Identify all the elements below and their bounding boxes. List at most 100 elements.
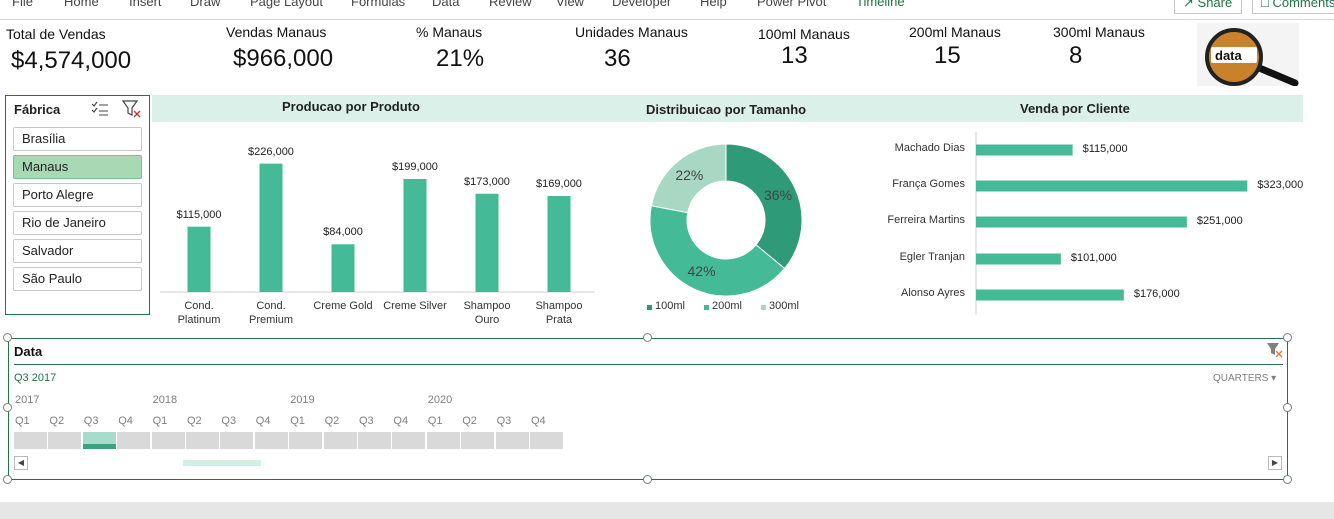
menu-developer[interactable]: Developer [612, 0, 671, 9]
kpi-100ml-label: 100ml Manaus [758, 26, 850, 42]
share-button[interactable]: ↗ Share [1174, 0, 1242, 14]
menu-timeline[interactable]: Timeline [856, 0, 905, 9]
ribbon-menu: File Home Insert Draw Page Layout Formul… [0, 0, 1334, 20]
menu-insert[interactable]: Insert [129, 0, 162, 9]
menu-formulas[interactable]: Formulas [351, 0, 405, 9]
resize-handle-top-left[interactable] [3, 333, 12, 342]
share-icon: ↗ [1183, 0, 1194, 10]
timeline-period-cell[interactable] [151, 432, 185, 449]
clear-filter-icon[interactable] [122, 100, 142, 118]
x-tick-label: Creme Silver [383, 300, 447, 312]
slicer-item-brasilia[interactable]: Brasília [13, 127, 142, 151]
timeline-quarter-label: Q1 [290, 415, 305, 427]
timeline-title: Data [14, 344, 43, 359]
bar-producao [403, 178, 427, 292]
kpi-200ml-value: 15 [934, 42, 961, 69]
bar-data-label: $176,000 [1133, 288, 1180, 300]
scroll-right-button[interactable]: ▶ [1268, 456, 1282, 470]
menu-power-pivot[interactable]: Power Pivot [757, 0, 826, 9]
timeline-level-dropdown[interactable]: QUARTERS ▾ [1213, 373, 1276, 384]
kpi-unidades-manaus-label: Unidades Manaus [575, 24, 688, 40]
timeline-quarter-label: Q3 [496, 415, 512, 427]
x-tick-label: Shampoo [463, 300, 511, 312]
chart-title-producao: Producao por Produto [282, 99, 420, 114]
menu-view[interactable]: View [556, 0, 584, 9]
slicer-item-manaus[interactable]: Manaus [13, 155, 142, 179]
timeline-quarter-label: Q3 [359, 415, 374, 427]
timeline-quarter-label: Q1 [427, 415, 443, 427]
bar-cliente [976, 180, 1248, 192]
x-tick-label: Creme Gold [313, 300, 373, 312]
timeline-scrollbar-thumb[interactable] [183, 460, 261, 466]
kpi-vendas-manaus-value: $966,000 [233, 45, 334, 72]
bar-producao [259, 163, 283, 292]
timeline-period-cell[interactable] [186, 432, 219, 449]
timeline-level-label: QUARTERS [1213, 373, 1269, 384]
comments-label: Comments [1272, 0, 1334, 10]
timeline-quarter-label: Q1 [152, 415, 168, 427]
timeline-period-cell[interactable] [323, 432, 357, 449]
scroll-left-button[interactable]: ◀ [14, 456, 28, 470]
timeline-year-label: 2019 [290, 394, 315, 406]
resize-handle-bottom-right[interactable] [1283, 475, 1292, 484]
kpi-total-vendas-value: $4,574,000 [11, 47, 132, 74]
y-tick-label: Machado Dias [894, 142, 965, 154]
timeline-period-cell[interactable] [254, 432, 288, 449]
timeline-period-cell[interactable] [117, 432, 151, 449]
timeline-period-cell[interactable] [392, 432, 426, 449]
resize-handle-bottom-left[interactable] [3, 475, 12, 484]
timeline-divider [14, 364, 1283, 365]
slicer-item-rio-de-janeiro[interactable]: Rio de Janeiro [13, 211, 142, 235]
x-tick-label: Cond. [256, 300, 286, 312]
menu-help[interactable]: Help [700, 0, 727, 9]
timeline-period-cell[interactable] [48, 432, 82, 449]
timeline-period-cell[interactable] [220, 432, 254, 449]
menu-page-layout[interactable]: Page Layout [250, 0, 323, 9]
timeline-period-cell[interactable] [82, 432, 116, 449]
bar-cliente [976, 216, 1187, 228]
timeline-year-label: 2017 [15, 394, 40, 406]
x-tick-label: Cond. [184, 300, 214, 312]
bar-data-label: $115,000 [176, 208, 222, 221]
resize-handle-top-middle[interactable] [643, 333, 652, 342]
slicer-item-sao-paulo[interactable]: São Paulo [13, 267, 142, 291]
clear-filter-icon[interactable] [1265, 341, 1283, 359]
menu-draw[interactable]: Draw [190, 0, 220, 9]
comment-icon: □ [1261, 0, 1269, 10]
timeline-period-cell[interactable] [14, 432, 47, 449]
timeline-period-cell[interactable] [426, 432, 460, 449]
menu-data[interactable]: Data [432, 0, 459, 9]
kpi-100ml-value: 13 [781, 42, 808, 69]
menu-file[interactable]: File [12, 0, 33, 9]
bar-data-label: $173,000 [464, 175, 510, 188]
legend-swatch [761, 305, 766, 310]
bar-data-label: $199,000 [392, 160, 438, 173]
legend-label: 100ml [655, 300, 685, 312]
x-tick-label: Prata [545, 314, 573, 326]
date-timeline[interactable]: Data Q3 2017 QUARTERS ▾ [8, 338, 1288, 480]
menu-review[interactable]: Review [489, 0, 532, 9]
timeline-period-cell[interactable] [358, 432, 391, 449]
multi-select-icon[interactable] [90, 101, 110, 117]
bar-data-label: $226,000 [248, 145, 294, 158]
resize-handle-middle-right[interactable] [1283, 403, 1292, 412]
timeline-period-cell[interactable] [461, 432, 495, 449]
resize-handle-bottom-middle[interactable] [643, 475, 652, 484]
timeline-period-cell[interactable] [530, 432, 563, 449]
slicer-item-porto-alegre[interactable]: Porto Alegre [13, 183, 142, 207]
menu-home[interactable]: Home [64, 0, 99, 9]
y-tick-label: Alonso Ayres [900, 287, 965, 299]
bar-producao [187, 226, 211, 292]
timeline-quarter-label: Q4 [118, 415, 133, 427]
x-tick-label: Premium [248, 314, 293, 326]
comments-button[interactable]: □ Comments [1252, 0, 1334, 14]
timeline-period-cell[interactable] [495, 432, 529, 449]
timeline-period-cell[interactable] [289, 432, 323, 449]
resize-handle-middle-left[interactable] [3, 403, 12, 412]
slicer-item-salvador[interactable]: Salvador [13, 239, 142, 263]
timeline-year-label: 2020 [427, 394, 453, 406]
bar-data-label: $84,000 [323, 226, 363, 239]
kpi-200ml-label: 200ml Manaus [909, 24, 1001, 40]
resize-handle-top-right[interactable] [1283, 333, 1292, 342]
timeline-quarter-label: Q4 [531, 415, 546, 427]
